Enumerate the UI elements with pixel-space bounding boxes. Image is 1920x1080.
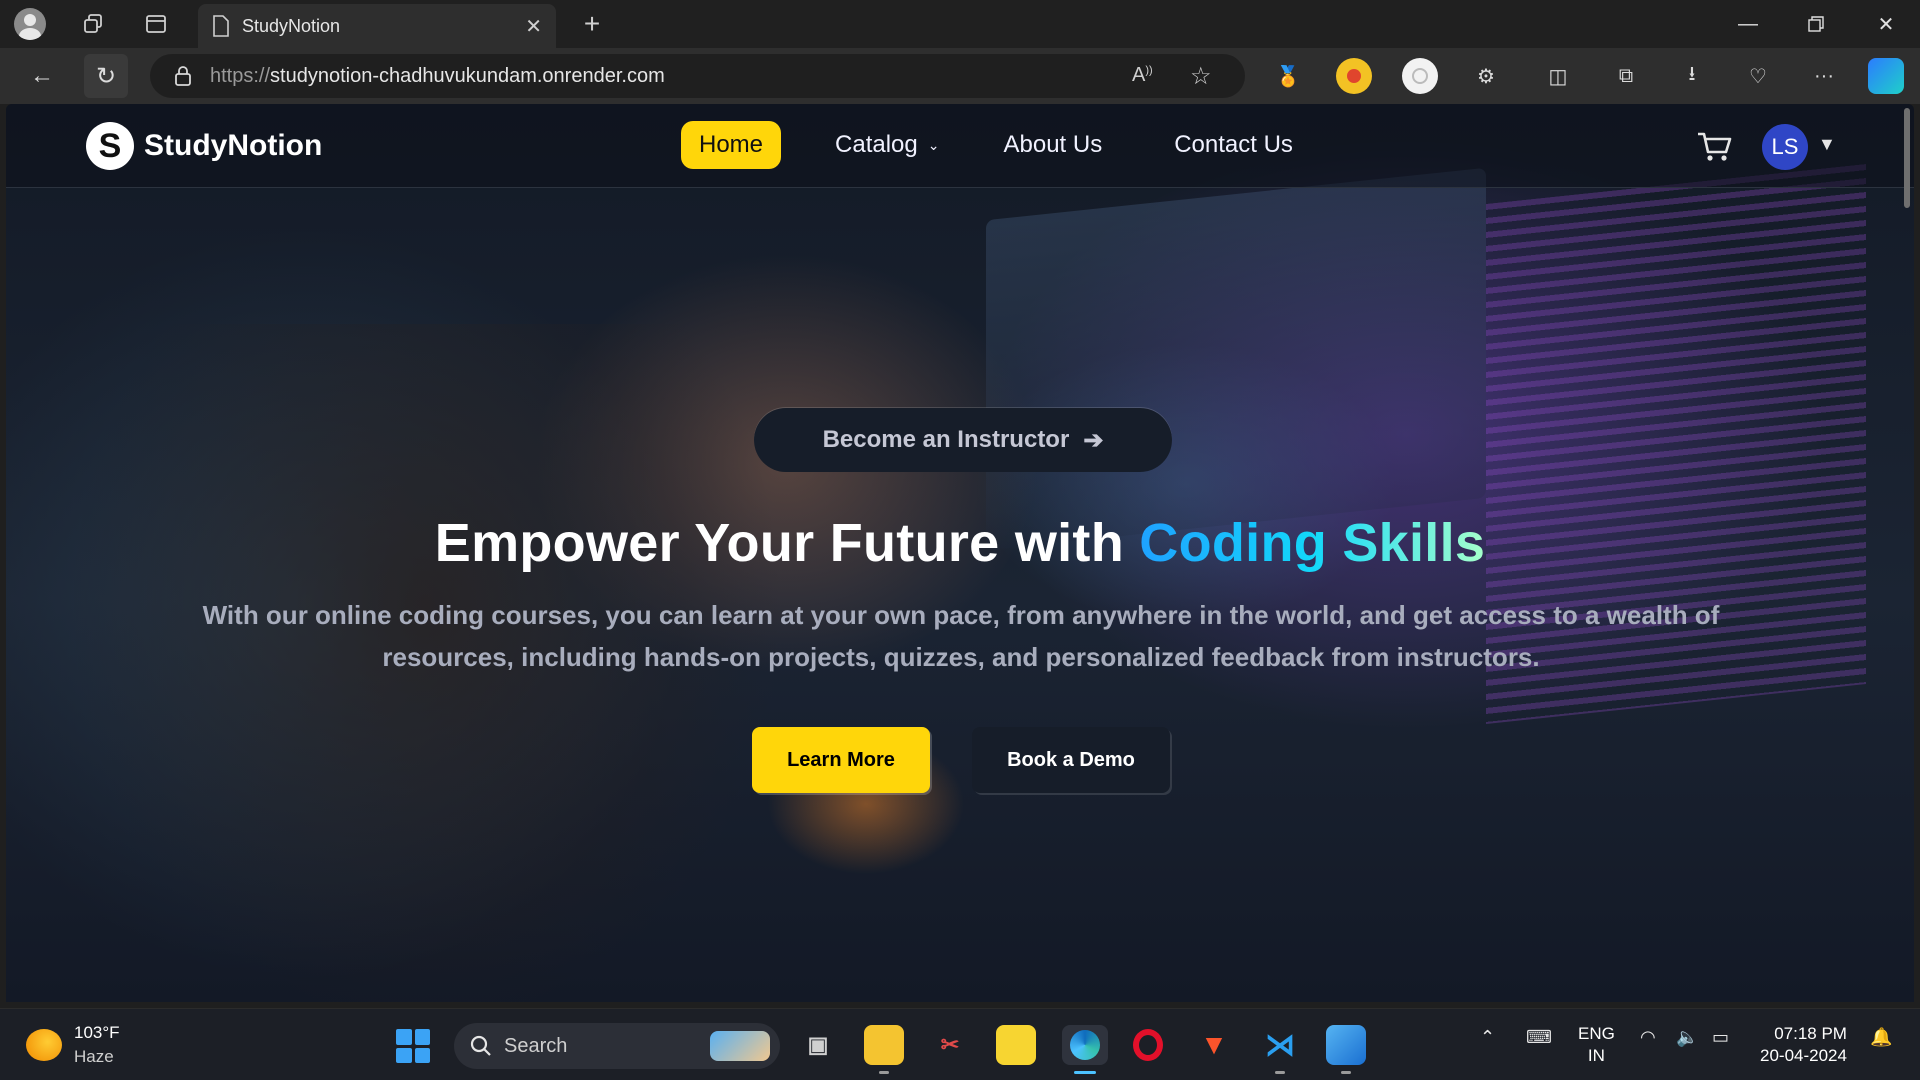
- tab-actions-icon[interactable]: [136, 4, 176, 44]
- become-instructor-label: Become an Instructor: [822, 426, 1070, 453]
- sticky-notes-icon[interactable]: [996, 1025, 1036, 1065]
- web-page: S StudyNotion Home Catalog ⌄ About Us Co…: [6, 104, 1914, 1002]
- clock-time: 07:18 PM: [1774, 1024, 1847, 1043]
- vscode-indicator: [1275, 1071, 1285, 1074]
- extension-white-icon[interactable]: [1402, 58, 1438, 94]
- windows-taskbar: 103°F Haze Search ▣ ✂ ▼ ⋊ ⌃ ⌨ ENG IN ◠ 🔈…: [0, 1008, 1920, 1080]
- url-host: studynotion-chadhuvukundam.onrender.com: [270, 64, 665, 87]
- weather-condition: Haze: [74, 1047, 114, 1066]
- close-window-icon[interactable]: ✕: [1856, 0, 1916, 48]
- brave-icon[interactable]: ▼: [1194, 1025, 1234, 1065]
- language-code: ENG: [1578, 1024, 1615, 1043]
- browser-essentials-icon[interactable]: ♡: [1740, 58, 1776, 94]
- edge-active-indicator: [1074, 1071, 1096, 1074]
- file-explorer-indicator: [879, 1071, 889, 1074]
- headline-plain: Empower Your Future with: [434, 513, 1140, 573]
- arrow-right-icon: ➔: [1083, 426, 1104, 454]
- favorite-star-icon[interactable]: ☆: [1190, 62, 1212, 91]
- haze-sun-icon: [26, 1029, 62, 1061]
- copilot-icon[interactable]: [1868, 58, 1904, 94]
- headline-highlight: Coding Skills: [1139, 513, 1486, 573]
- battery-icon[interactable]: ▭: [1712, 1027, 1729, 1048]
- browser-tab-strip: StudyNotion ✕ + — ✕: [0, 0, 1920, 48]
- search-highlight-icon: [710, 1031, 770, 1061]
- photos-icon[interactable]: [1326, 1025, 1366, 1065]
- restore-icon[interactable]: [1786, 0, 1846, 48]
- minimize-icon[interactable]: —: [1718, 0, 1778, 48]
- lock-icon[interactable]: [174, 65, 192, 87]
- windows-start-icon[interactable]: [396, 1029, 430, 1063]
- photos-indicator: [1341, 1071, 1351, 1074]
- edge-browser-icon[interactable]: [1062, 1025, 1108, 1065]
- browser-toolbar: ← ↻ https://studynotion-chadhuvukundam.o…: [0, 48, 1920, 104]
- keyboard-icon[interactable]: ⌨: [1526, 1027, 1552, 1048]
- back-icon[interactable]: ←: [20, 54, 64, 98]
- system-clock[interactable]: 07:18 PM 20-04-2024: [1760, 1023, 1847, 1067]
- read-aloud-icon[interactable]: A)): [1132, 64, 1153, 87]
- more-menu-icon[interactable]: ···: [1806, 58, 1842, 94]
- address-bar[interactable]: https://studynotion-chadhuvukundam.onren…: [150, 54, 1245, 98]
- browser-tab[interactable]: StudyNotion ✕: [198, 4, 556, 48]
- tray-overflow-chevron-icon[interactable]: ⌃: [1480, 1027, 1495, 1048]
- tab-title: StudyNotion: [242, 15, 341, 36]
- new-tab-button[interactable]: +: [572, 4, 612, 44]
- taskbar-search[interactable]: Search: [454, 1023, 780, 1069]
- volume-icon[interactable]: 🔈: [1676, 1027, 1698, 1048]
- search-icon: [470, 1035, 491, 1056]
- collections-icon[interactable]: ⧉: [1608, 58, 1644, 94]
- extensions-puzzle-icon[interactable]: ⚙: [1468, 58, 1504, 94]
- file-explorer-icon[interactable]: [864, 1025, 904, 1065]
- learn-more-button[interactable]: Learn More: [752, 727, 930, 793]
- task-view-icon[interactable]: ▣: [798, 1025, 838, 1065]
- weather-temp: 103°F: [74, 1023, 120, 1042]
- clock-date: 20-04-2024: [1760, 1046, 1847, 1065]
- wifi-icon[interactable]: ◠: [1640, 1027, 1656, 1048]
- page-icon: [213, 15, 229, 37]
- url-text[interactable]: https://studynotion-chadhuvukundam.onren…: [210, 65, 665, 88]
- hero-subtext: With our online coding courses, you can …: [202, 600, 1720, 672]
- refresh-icon[interactable]: ↻: [84, 54, 128, 98]
- book-demo-button[interactable]: Book a Demo: [972, 727, 1170, 793]
- notification-bell-icon[interactable]: 🔔: [1870, 1027, 1892, 1048]
- snipping-tool-icon[interactable]: ✂: [930, 1025, 970, 1065]
- workspaces-icon[interactable]: [74, 4, 114, 44]
- hero-section: Become an Instructor ➔ Empower Your Futu…: [6, 104, 1914, 1002]
- vscode-icon[interactable]: ⋊: [1260, 1025, 1300, 1065]
- url-scheme: https://: [210, 64, 271, 87]
- rewards-medal-icon[interactable]: 🏅: [1270, 58, 1306, 94]
- split-screen-icon[interactable]: ◫: [1540, 58, 1576, 94]
- language-indicator[interactable]: ENG IN: [1578, 1023, 1615, 1067]
- extension-color-icon[interactable]: [1336, 58, 1372, 94]
- downloads-icon[interactable]: ⭳: [1674, 58, 1710, 94]
- page-scrollbar[interactable]: [1904, 108, 1910, 208]
- profile-icon[interactable]: [10, 4, 50, 44]
- hero-headline: Empower Your Future with Coding Skills: [6, 512, 1914, 574]
- opera-icon[interactable]: [1128, 1025, 1168, 1065]
- close-tab-icon[interactable]: ✕: [525, 14, 542, 39]
- become-instructor-button[interactable]: Become an Instructor ➔: [754, 408, 1172, 472]
- search-placeholder: Search: [504, 1034, 568, 1057]
- weather-widget[interactable]: 103°F Haze: [26, 1023, 120, 1067]
- region-code: IN: [1587, 1046, 1605, 1065]
